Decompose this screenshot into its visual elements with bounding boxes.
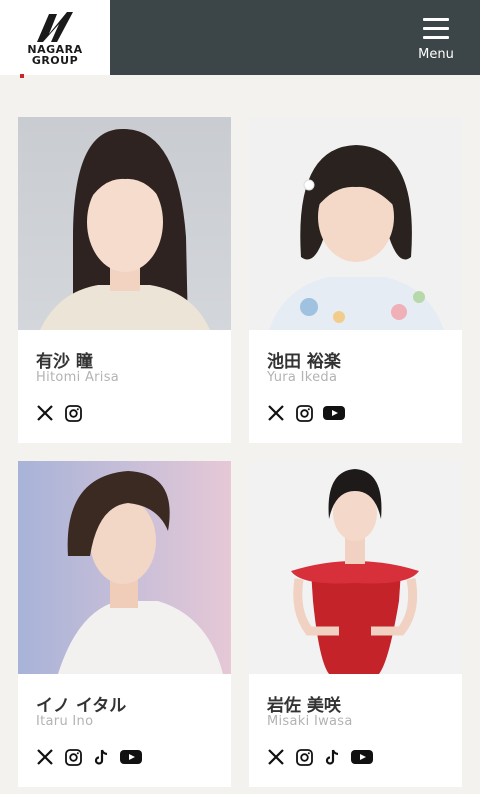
x-icon[interactable] [267, 748, 285, 766]
talent-name: 池田 裕楽 [267, 352, 341, 372]
instagram-icon[interactable] [295, 748, 313, 766]
social-links [36, 748, 142, 766]
site-header: NAGARA GROUP Menu [0, 0, 480, 78]
social-links [267, 748, 373, 766]
instagram-icon[interactable] [64, 404, 82, 422]
nagara-logo-mark-icon [37, 11, 73, 42]
talent-photo [18, 461, 231, 674]
portrait-image [291, 469, 419, 674]
x-icon[interactable] [36, 748, 54, 766]
talent-photo [249, 461, 462, 674]
talent-romanized-name: Hitomi Arisa [36, 370, 120, 385]
instagram-icon[interactable] [64, 748, 82, 766]
youtube-icon[interactable] [323, 404, 345, 422]
talent-card[interactable]: 有沙 瞳 Hitomi Arisa [18, 117, 231, 443]
x-icon[interactable] [36, 404, 54, 422]
nav-bar: Menu [110, 0, 480, 75]
portrait-image [58, 471, 223, 674]
talent-photo [249, 117, 462, 330]
portrait-image [269, 145, 444, 330]
talent-name: 岩佐 美咲 [267, 696, 341, 716]
talent-romanized-name: Itaru Ino [36, 714, 94, 729]
talent-romanized-name: Yura Ikeda [267, 370, 338, 385]
youtube-icon[interactable] [120, 748, 142, 766]
x-icon[interactable] [267, 404, 285, 422]
menu-button[interactable]: Menu [406, 18, 466, 68]
logo-text-line2: GROUP [31, 53, 79, 67]
accent-marker [20, 74, 24, 78]
talent-romanized-name: Misaki Iwasa [267, 714, 353, 729]
social-links [267, 404, 345, 422]
logo-text-line1: NAGARA [27, 42, 83, 56]
hamburger-icon [423, 18, 449, 39]
youtube-icon[interactable] [351, 748, 373, 766]
nagara-group-logo[interactable]: NAGARA GROUP [0, 0, 110, 75]
social-links [36, 404, 82, 422]
talent-card[interactable]: 岩佐 美咲 Misaki Iwasa [249, 461, 462, 787]
portrait-image [40, 128, 210, 330]
tiktok-icon[interactable] [92, 748, 110, 766]
talent-name: イノ イタル [36, 696, 127, 716]
talent-card[interactable]: イノ イタル Itaru Ino [18, 461, 231, 787]
menu-label: Menu [418, 47, 454, 62]
instagram-icon[interactable] [295, 404, 313, 422]
tiktok-icon[interactable] [323, 748, 341, 766]
talent-name: 有沙 瞳 [36, 352, 93, 372]
talent-card[interactable]: 池田 裕楽 Yura Ikeda [249, 117, 462, 443]
talent-photo [18, 117, 231, 330]
